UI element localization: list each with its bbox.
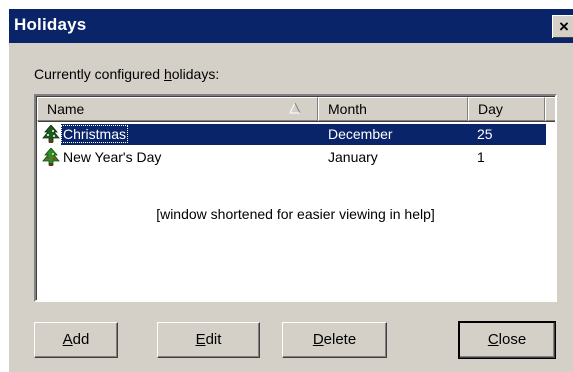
holidays-list-label: Currently configured holidays: [34,66,219,82]
close-button[interactable]: Close [458,321,556,359]
button-label: elete [323,331,357,348]
shortened-window-note: [window shortened for easier viewing in … [156,206,435,222]
title-bar[interactable]: Holidays × [9,9,573,43]
button-mnemonic: A [62,331,73,348]
holiday-name: New Year's Day [63,149,162,165]
column-header-day[interactable]: Day [468,97,545,121]
holiday-month: December [328,126,393,142]
delete-button[interactable]: Delete [282,322,387,358]
holiday-name: Christmas [61,125,129,143]
label-text-rest: olidays: [171,66,220,82]
column-header-name[interactable]: Name [37,97,318,121]
christmas-tree-icon [42,125,60,143]
button-label: dd [72,331,90,348]
button-mnemonic: D [312,331,324,348]
close-window-button[interactable]: × [552,15,573,38]
holiday-month: January [328,149,378,165]
holiday-day: 1 [477,149,485,165]
holidays-dialog: Holidays × Currently configured holidays… [8,8,573,372]
sort-ascending-icon [289,102,301,114]
button-mnemonic: E [195,331,206,348]
column-header-label: Name [47,101,85,117]
label-mnemonic: h [163,66,172,82]
holiday-day: 25 [477,126,493,142]
list-item[interactable]: Christmas December 25 [37,124,552,145]
button-mnemonic: C [487,331,499,348]
column-header-label: Day [478,101,503,117]
button-label: lose [498,331,527,348]
add-button[interactable]: Add [34,322,118,358]
holidays-listview[interactable]: Name Month Day Christmas December 25 New… [34,94,557,302]
edit-button[interactable]: Edit [157,322,260,358]
window-title: Holidays [14,15,87,34]
label-text: Currently configured [34,66,164,82]
column-header-filler [545,97,555,121]
column-header-month[interactable]: Month [318,97,468,121]
selection-highlight [61,124,546,145]
list-item[interactable]: New Year's Day January 1 [37,147,552,168]
button-label: dit [205,331,222,348]
close-icon: × [559,17,569,36]
list-header: Name Month Day [37,97,555,121]
column-header-label: Month [328,101,367,117]
christmas-tree-icon [42,148,60,166]
